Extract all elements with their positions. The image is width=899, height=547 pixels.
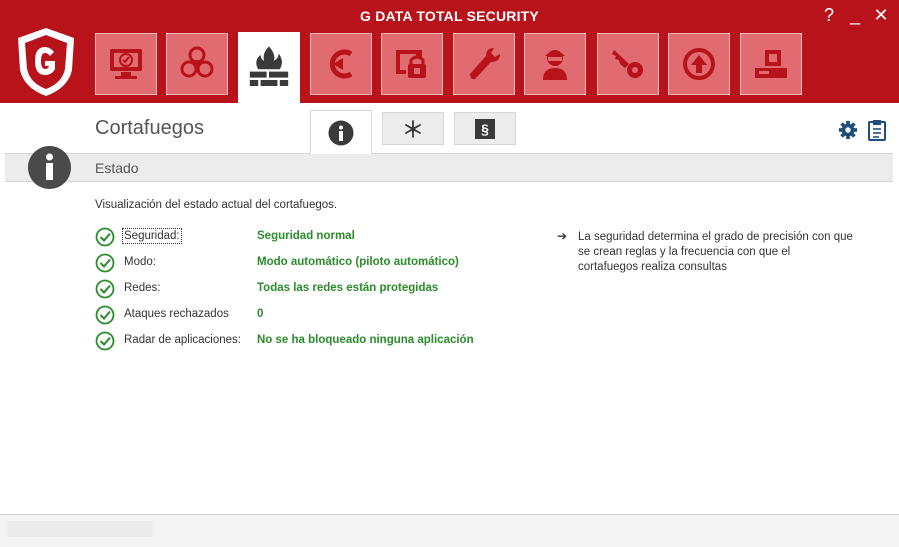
status-row-mode: Modo: Modo automático (piloto automático… [95, 253, 555, 273]
status-monitor-icon [110, 49, 142, 79]
firewall-icon [249, 45, 289, 86]
mode-link[interactable]: Modo: [124, 256, 156, 268]
networks-value: Todas las redes están protegidas [257, 282, 439, 294]
nav-password-manager[interactable] [597, 33, 659, 95]
tab-snowflake[interactable] [382, 112, 444, 145]
gear-icon[interactable] [838, 119, 858, 141]
footer [0, 515, 899, 547]
backup-icon [329, 49, 353, 79]
section-title: Estado [95, 160, 139, 176]
help-button[interactable]: ? [821, 4, 837, 26]
info-icon [28, 146, 71, 189]
check-icon [95, 253, 115, 273]
info-icon [328, 120, 354, 145]
app-title: G DATA TOTAL SECURITY [360, 8, 539, 24]
nav-virus-protection[interactable] [166, 33, 228, 95]
nav-status-monitor[interactable] [95, 33, 157, 95]
status-row-networks: Redes: Todas las redes están protegidas [95, 279, 555, 299]
virus-protection-icon [180, 46, 214, 78]
check-icon [95, 305, 115, 325]
parental-control-icon [543, 50, 567, 80]
footer-status-bar [7, 521, 153, 537]
nav-device-control[interactable] [740, 33, 802, 95]
app-radar-link[interactable]: Radar de aplicaciones: [124, 334, 241, 346]
close-button[interactable]: ✕ [873, 4, 889, 26]
nav-parental-control[interactable] [524, 33, 586, 95]
security-value: Seguridad normal [257, 230, 355, 242]
status-row-security: Seguridad: Seguridad normal [95, 227, 555, 247]
snowflake-icon [405, 119, 421, 138]
mode-value: Modo automático (piloto automático) [257, 256, 459, 268]
status-row-app-radar: Radar de aplicaciones: No se ha bloquead… [95, 331, 555, 351]
clipboard-icon[interactable] [867, 119, 887, 141]
check-icon [95, 227, 115, 247]
nav-encryption[interactable] [381, 33, 443, 95]
attacks-link[interactable]: Ataques rechazados [124, 308, 229, 320]
encryption-safe-icon [396, 50, 426, 78]
page-title: Cortafuegos [95, 117, 204, 139]
tuner-icon [470, 48, 500, 80]
tab-rules[interactable]: § [454, 112, 516, 145]
window-controls: ? _ ✕ [821, 4, 889, 26]
section-icon: § [475, 118, 495, 139]
nav-firewall[interactable] [238, 32, 300, 103]
autostart-manager-icon [683, 48, 715, 80]
nav-autostart-manager[interactable] [668, 33, 730, 95]
security-link[interactable]: Seguridad: [122, 228, 182, 244]
networks-link[interactable]: Redes: [124, 282, 160, 294]
check-icon [95, 279, 115, 299]
help-hint: La seguridad determina el grado de preci… [578, 231, 853, 273]
status-row-attacks: Ataques rechazados 0 [95, 305, 555, 325]
arrow-right-icon: ➔ [557, 229, 568, 243]
tab-info[interactable] [310, 110, 372, 154]
password-manager-icon [612, 50, 643, 78]
attacks-value: 0 [257, 308, 264, 320]
nav-backup[interactable] [310, 33, 372, 95]
title-bar: G DATA TOTAL SECURITY ? _ ✕ [0, 0, 899, 103]
device-control-icon [755, 50, 787, 78]
nav-tuner[interactable] [453, 33, 515, 95]
minimize-button[interactable]: _ [847, 4, 863, 26]
check-icon [95, 331, 115, 351]
gdata-logo [18, 28, 74, 96]
section-header: Estado [5, 153, 893, 182]
app-radar-value: No se ha bloqueado ninguna aplicación [257, 334, 474, 346]
status-description: Visualización del estado actual del cort… [95, 199, 338, 211]
